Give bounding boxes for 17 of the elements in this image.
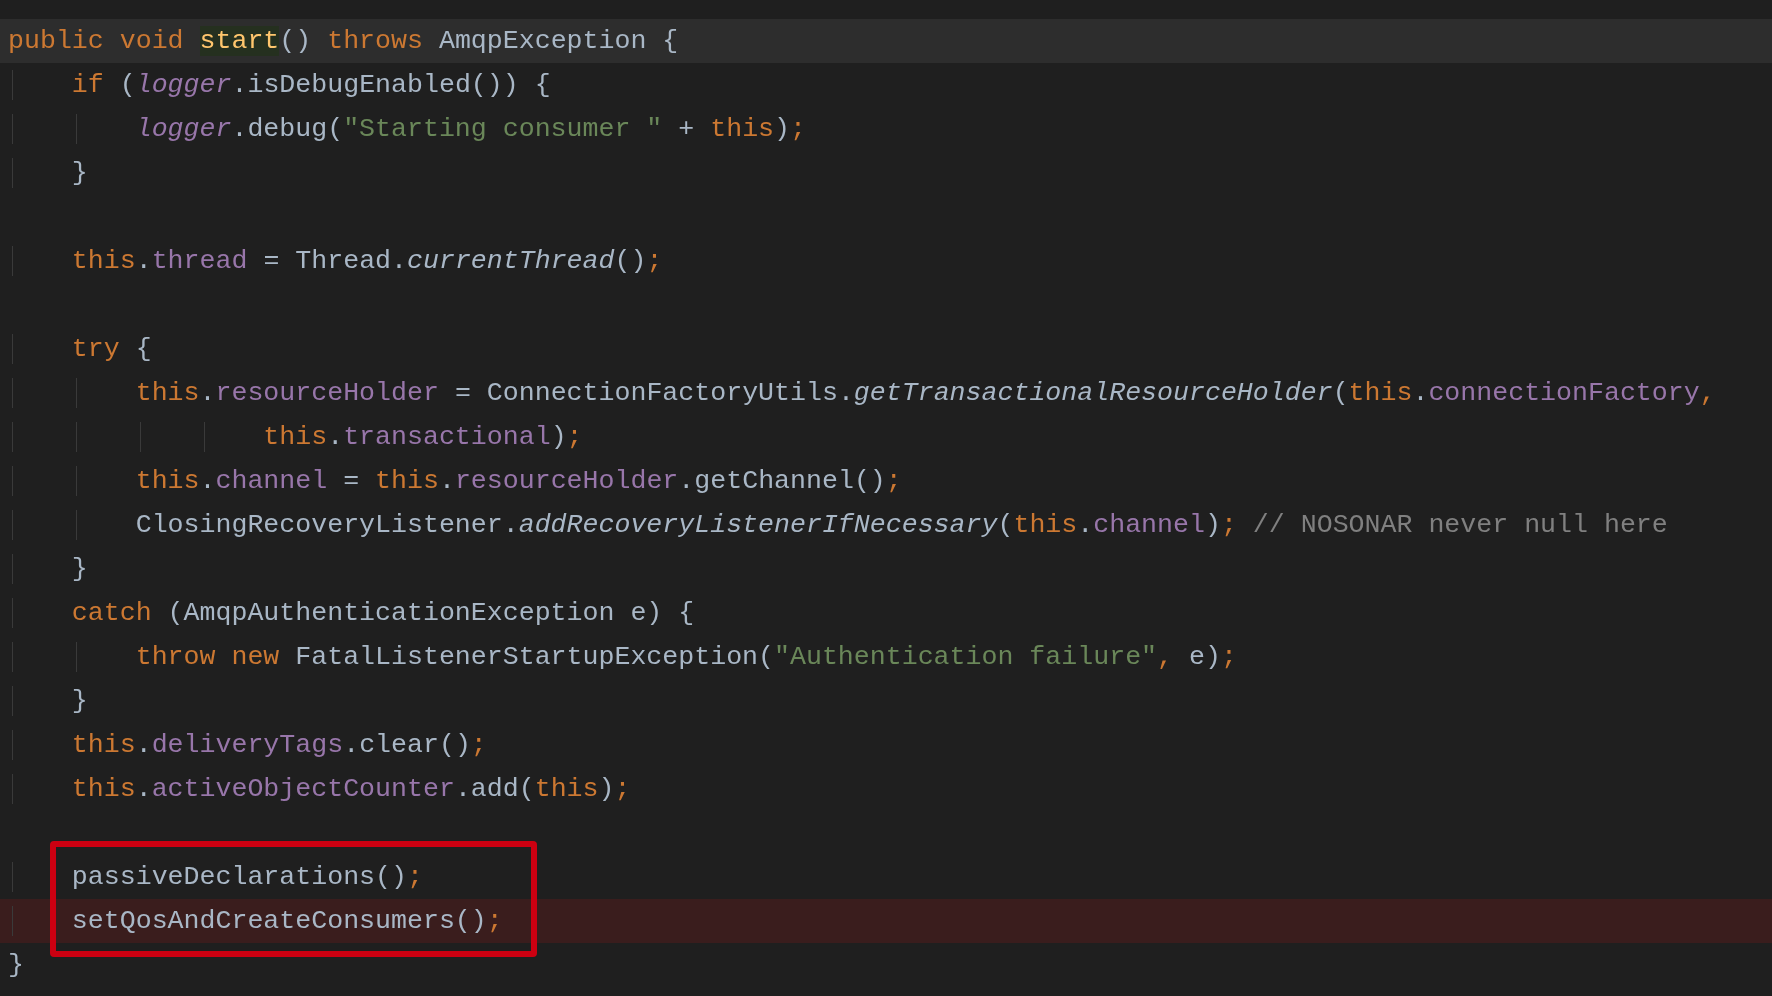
- code-line: passiveDeclarations();: [0, 855, 1772, 899]
- code-line: catch (AmqpAuthenticationException e) {: [0, 591, 1772, 635]
- code-line: try {: [0, 327, 1772, 371]
- code-line: }: [0, 151, 1772, 195]
- code-line: this.thread = Thread.currentThread();: [0, 239, 1772, 283]
- code-line: this.transactional);: [0, 415, 1772, 459]
- code-line: this.activeObjectCounter.add(this);: [0, 767, 1772, 811]
- code-line: logger.debug("Starting consumer " + this);: [0, 107, 1772, 151]
- code-line: }: [0, 679, 1772, 723]
- code-line: this.deliveryTags.clear();: [0, 723, 1772, 767]
- code-line: }: [7, 949, 25, 982]
- code-line: throw new FatalListenerStartupException("Authentication failure", e);: [0, 635, 1772, 679]
- code-line: this.channel = this.resourceHolder.getChannel();: [0, 459, 1772, 503]
- code-line: }: [0, 547, 1772, 591]
- code-line: this.resourceHolder = ConnectionFactoryUtils.getTransactionalResourceHolder(this.connectionFactory,: [0, 371, 1772, 415]
- code-line: if (logger.isDebugEnabled()) {: [0, 63, 1772, 107]
- code-line: ClosingRecoveryListener.addRecoveryListenerIfNecessary(this.channel); // NOSONAR never null here: [0, 503, 1772, 547]
